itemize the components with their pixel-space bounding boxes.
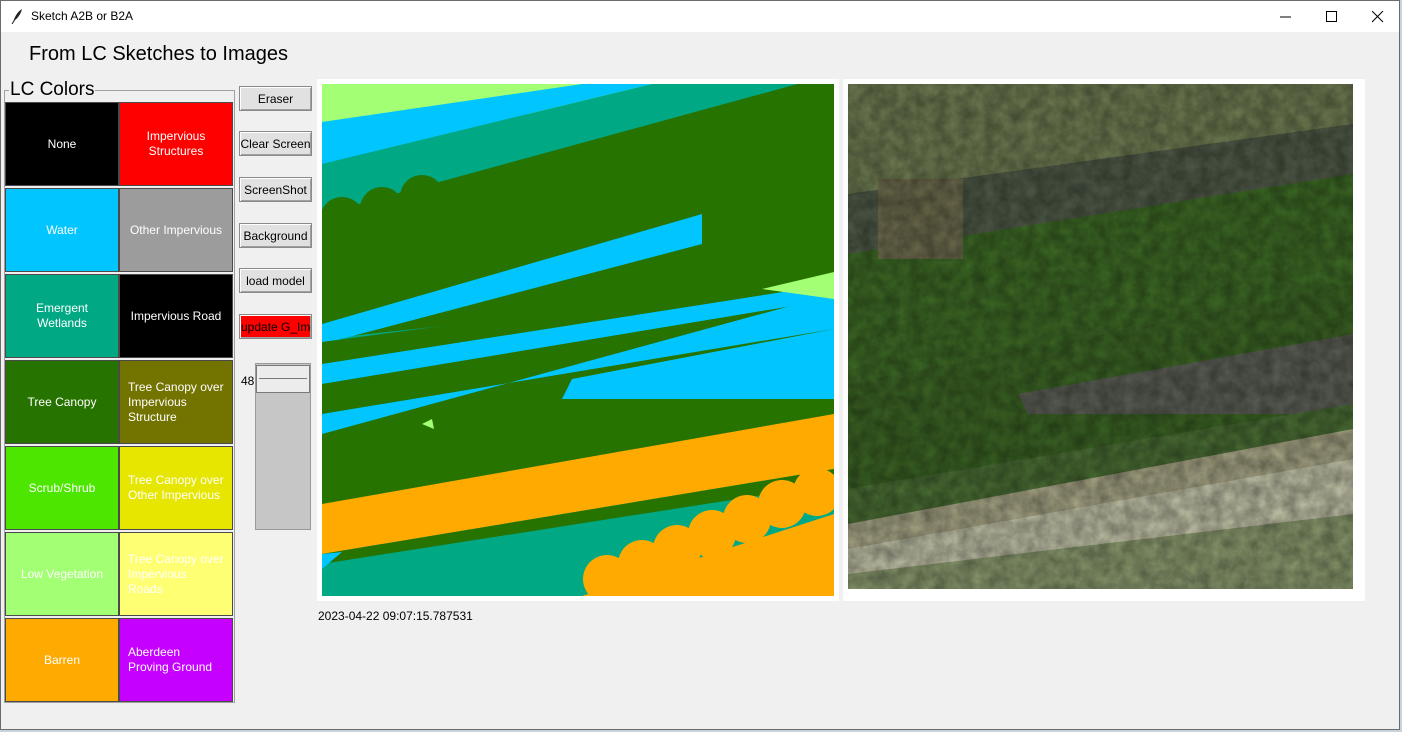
clear-screen-button[interactable]: Clear Screen bbox=[239, 131, 312, 156]
color-tree-canopy-swatch[interactable]: Tree Canopy bbox=[5, 360, 119, 444]
color-low-vegetation-swatch[interactable]: Low Vegetation bbox=[5, 532, 119, 616]
swatch-label: Impervious Road bbox=[130, 308, 222, 323]
color-barren-swatch[interactable]: Barren bbox=[5, 618, 119, 702]
maximize-button[interactable] bbox=[1309, 1, 1355, 32]
feather-icon bbox=[11, 9, 22, 24]
sketch-drawing bbox=[322, 84, 834, 596]
swatch-label: Aberdeen Proving Ground bbox=[128, 645, 213, 674]
color-emergent-wetlands-swatch[interactable]: Emergent Wetlands bbox=[5, 274, 119, 358]
swatch-label: Scrub/Shrub bbox=[28, 480, 96, 495]
swatch-label: Tree Canopy over Impervious Roads bbox=[128, 551, 224, 596]
maximize-icon bbox=[1326, 11, 1337, 22]
lc-colors-legend: LC Colors bbox=[9, 79, 96, 101]
swatch-label: Emergent Wetlands bbox=[35, 301, 89, 330]
load-model-button[interactable]: load model bbox=[239, 268, 312, 293]
page-title: From LC Sketches to Images bbox=[29, 43, 288, 65]
swatch-label: Low Vegetation bbox=[20, 566, 104, 581]
timestamp: 2023-04-22 09:07:15.787531 bbox=[318, 609, 473, 623]
color-impervious-structures-swatch[interactable]: Impervious Structures bbox=[119, 102, 233, 186]
swatch-label: Water bbox=[46, 222, 78, 237]
color-tree-canopy-over-other-impervious-swatch[interactable]: Tree Canopy over Other Impervious bbox=[119, 446, 233, 530]
title-bar: Sketch A2B or B2A bbox=[1, 1, 1399, 32]
minimize-button[interactable] bbox=[1263, 1, 1309, 32]
minimize-icon bbox=[1280, 16, 1291, 18]
generated-image bbox=[848, 84, 1353, 589]
color-water-swatch[interactable]: Water bbox=[5, 188, 119, 272]
color-scrub-shrub-swatch[interactable]: Scrub/Shrub bbox=[5, 446, 119, 530]
update-g-img-button[interactable]: update G_Img bbox=[239, 314, 312, 339]
slider-thumb[interactable] bbox=[256, 365, 310, 393]
swatch-label: Tree Canopy over Other Impervious bbox=[128, 473, 224, 502]
brush-size-value: 48 bbox=[241, 374, 255, 388]
color-tree-canopy-over-impervious-structure-swatch[interactable]: Tree Canopy over Impervious Structure bbox=[119, 360, 233, 444]
color-none-swatch[interactable]: None bbox=[5, 102, 119, 186]
generated-image-render bbox=[848, 84, 1353, 589]
color-aberdeen-proving-ground-swatch[interactable]: Aberdeen Proving Ground bbox=[119, 618, 233, 702]
swatch-label: Tree Canopy over Impervious Structure bbox=[128, 379, 224, 424]
app-window: Sketch A2B or B2A From LC Sketches to Im… bbox=[0, 0, 1400, 730]
sketch-canvas[interactable] bbox=[322, 84, 834, 596]
color-tree-canopy-over-impervious-roads-swatch[interactable]: Tree Canopy over Impervious Roads bbox=[119, 532, 233, 616]
swatch-label: Other Impervious bbox=[129, 222, 223, 237]
swatch-label: None bbox=[47, 136, 77, 151]
color-impervious-road-swatch[interactable]: Impervious Road bbox=[119, 274, 233, 358]
color-other-impervious-swatch[interactable]: Other Impervious bbox=[119, 188, 233, 272]
close-button[interactable] bbox=[1355, 1, 1401, 32]
window-title: Sketch A2B or B2A bbox=[31, 9, 134, 23]
swatch-label: Tree Canopy bbox=[27, 394, 97, 409]
eraser-button[interactable]: Eraser bbox=[239, 86, 312, 111]
swatch-label: Barren bbox=[43, 652, 81, 667]
background-button[interactable]: Background bbox=[239, 223, 312, 248]
swatch-label: Impervious Structures bbox=[146, 129, 206, 158]
close-icon bbox=[1372, 11, 1384, 23]
screenshot-button[interactable]: ScreenShot bbox=[239, 177, 312, 202]
